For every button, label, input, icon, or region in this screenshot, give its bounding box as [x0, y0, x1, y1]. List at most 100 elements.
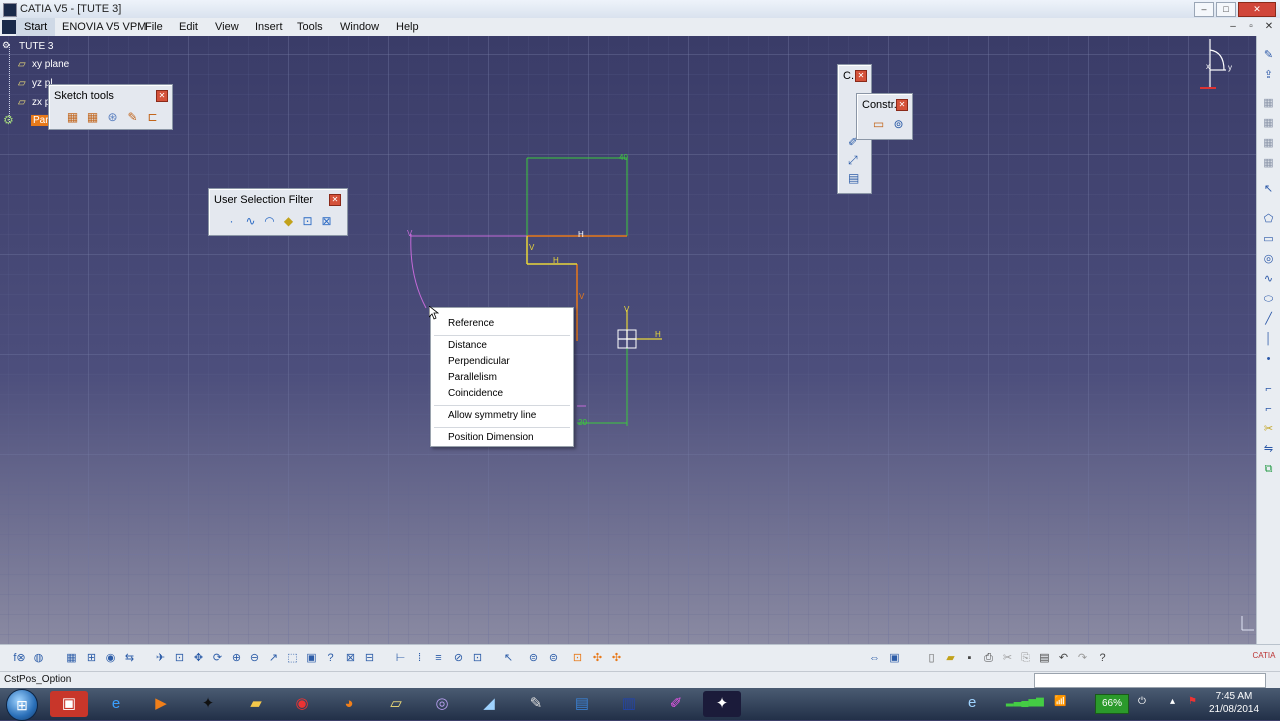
formula-icon[interactable]: f⊗	[12, 651, 27, 666]
tray-signal-icon[interactable]: ▂▃▄▅▆	[1006, 696, 1044, 707]
capture-icon[interactable]: ▣	[887, 651, 902, 666]
normal-view-icon[interactable]: ↗	[266, 651, 281, 666]
constraint-bottom-icon[interactable]: ⊢	[393, 651, 408, 666]
constraint-icon[interactable]: ⊚	[890, 116, 907, 132]
cut-icon[interactable]: ✂	[1000, 651, 1015, 666]
rotate-icon[interactable]: ⟳	[210, 651, 225, 666]
relimit-icon[interactable]: ✣	[609, 651, 624, 666]
tray-wifi-icon[interactable]: 📶	[1054, 696, 1066, 707]
taskbar-app-pen-icon[interactable]: ✎	[517, 691, 555, 717]
keyboard-icon[interactable]: ▦	[64, 651, 79, 666]
profile-icon[interactable]: ⬠	[1261, 212, 1276, 226]
doc-minimize-button[interactable]: –	[1226, 20, 1240, 33]
paste-icon[interactable]: ▤	[1037, 651, 1052, 666]
fit-all-icon[interactable]: ⊡	[172, 651, 187, 666]
taskbar-app-film-icon[interactable]: ▥	[610, 691, 648, 717]
menu-help[interactable]: Help	[396, 18, 419, 36]
auto-constraint-icon[interactable]: ⤢	[848, 153, 858, 168]
ellipse-icon[interactable]: ⬭	[1261, 292, 1276, 306]
menu-item-distance[interactable]: Distance	[448, 340, 487, 351]
knowledge-icon[interactable]: ◍	[31, 651, 46, 666]
constraint-dialog-icon[interactable]: ▭	[870, 116, 887, 132]
layers-icon[interactable]: ⊜	[546, 651, 561, 666]
taskbar-media-player-icon[interactable]: ▶	[142, 691, 180, 717]
symmetry-icon[interactable]: ⊘	[451, 651, 466, 666]
circle-icon[interactable]: ◎	[1261, 252, 1276, 266]
measure-icon[interactable]: ⇆	[122, 651, 137, 666]
chamfer-icon[interactable]: ⌐	[1261, 402, 1276, 416]
mirror-icon[interactable]: ⇋	[1261, 442, 1276, 456]
axis-icon[interactable]: │	[1261, 332, 1276, 346]
zoom-in-icon[interactable]: ⊕	[229, 651, 244, 666]
sketch-tools-toolbar[interactable]: Sketch tools ✕ ▦ ▦ ⊛ ✎ ⊏	[48, 84, 173, 130]
volume-filter-icon[interactable]: ◆	[280, 213, 297, 229]
select-bottom-icon[interactable]: ↖	[501, 651, 516, 666]
user-selection-filter-toolbar[interactable]: User Selection Filter ✕ · ∿ ◠ ◆ ⊡ ⊠	[208, 188, 348, 236]
doc-restore-button[interactable]: ▫	[1244, 20, 1258, 33]
trim-icon[interactable]: ✂	[1261, 422, 1276, 436]
fly-mode-icon[interactable]: ✈	[153, 651, 168, 666]
menu-enovia[interactable]: ENOVIA V5 VPM	[62, 18, 146, 36]
curve-filter-icon[interactable]: ∿	[242, 213, 259, 229]
constraint-close-icon[interactable]: ✕	[896, 99, 908, 111]
menu-window[interactable]: Window	[340, 18, 379, 36]
maximize-button[interactable]: □	[1216, 2, 1236, 17]
iso-view-icon[interactable]: ⬚	[285, 651, 300, 666]
tray-show-hidden-icon[interactable]: ▴	[1170, 696, 1175, 707]
taskbar-chrome-icon[interactable]: ◉	[283, 691, 321, 717]
geometry-filter-icon[interactable]: ⊠	[318, 213, 335, 229]
construction-element-icon[interactable]: ⊛	[104, 109, 121, 125]
operation-icon[interactable]: ⊡	[570, 651, 585, 666]
spline-icon[interactable]: ∿	[1261, 272, 1276, 286]
menu-item-allow-symmetry-line[interactable]: Allow symmetry line	[448, 410, 536, 421]
undo-icon[interactable]: ↶	[1056, 651, 1071, 666]
geometrical-constraints-icon[interactable]: ✎	[124, 109, 141, 125]
taskbar-app-book-icon[interactable]: ▤	[563, 691, 601, 717]
rectangle-icon[interactable]: ▭	[1261, 232, 1276, 246]
hide-show-icon[interactable]: ?	[323, 651, 338, 666]
menu-edit[interactable]: Edit	[179, 18, 198, 36]
taskbar-sticky-notes-icon[interactable]: ▱	[377, 691, 415, 717]
redo-icon[interactable]: ↷	[1075, 651, 1090, 666]
project-3d-elements-icon[interactable]: ⧉	[1261, 462, 1276, 476]
constraint-toolbar[interactable]: Constr... ✕ ▭ ⊚	[856, 93, 913, 140]
dimensional-constraints-icon[interactable]: ⊏	[144, 109, 161, 125]
new-file-icon[interactable]: ▯	[924, 651, 939, 666]
sketch-viewport[interactable]: ⚙ TUTE 3 ▱ xy plane ▱ yz pl ▱ zx p ⚙ Par	[0, 36, 1256, 644]
user-selection-filter-close-icon[interactable]: ✕	[329, 194, 341, 206]
menu-insert[interactable]: Insert	[255, 18, 283, 36]
taskbar-catia-icon[interactable]: ✦	[189, 691, 227, 717]
exit-workbench-icon[interactable]: ⇪	[1261, 68, 1276, 82]
windows-start-button[interactable]: ⊞	[6, 689, 38, 721]
swap-visible-space-icon[interactable]: ⊠	[343, 651, 358, 666]
analysis-icon[interactable]: ◉	[103, 651, 118, 666]
taskbar-catia-running-icon[interactable]: ✦	[703, 691, 741, 717]
shaft-icon[interactable]: ▦	[1261, 136, 1276, 150]
tray-ie-icon[interactable]: e	[968, 694, 976, 711]
taskbar-explorer-icon[interactable]: ▰	[237, 691, 275, 717]
compass-toolbar-icon[interactable]: ⇔	[867, 651, 882, 666]
pad-icon[interactable]: ▦	[1261, 96, 1276, 110]
save-icon[interactable]: ▪	[962, 651, 977, 666]
sketch-tools-close-icon[interactable]: ✕	[156, 90, 168, 102]
snap-to-point-icon[interactable]: ▦	[84, 109, 101, 125]
taskbar-app-snip-icon[interactable]: ◢	[470, 691, 508, 717]
view-mode-icon[interactable]: ▣	[304, 651, 319, 666]
grid-icon[interactable]: ▦	[64, 109, 81, 125]
open-file-icon[interactable]: ▰	[943, 651, 958, 666]
stack-icon[interactable]: ⊜	[526, 651, 541, 666]
power-input-field[interactable]	[1034, 673, 1266, 688]
point-icon[interactable]: •	[1261, 352, 1276, 366]
line-icon[interactable]: ╱	[1261, 312, 1276, 326]
close-button[interactable]: ✕	[1238, 2, 1276, 17]
cut-part-icon[interactable]: ⊟	[362, 651, 377, 666]
zoom-out-icon[interactable]: ⊖	[247, 651, 262, 666]
surface-filter-icon[interactable]: ◠	[261, 213, 278, 229]
sketch-icon[interactable]: ✎	[1261, 48, 1276, 62]
taskbar-app-swirl-icon[interactable]: ◎	[423, 691, 461, 717]
transform-icon[interactable]: ✣	[590, 651, 605, 666]
taskbar-clock[interactable]: 7:45 AM 21/08/2014	[1205, 690, 1263, 716]
menu-item-perpendicular[interactable]: Perpendicular	[448, 356, 510, 367]
pocket-icon[interactable]: ▦	[1261, 116, 1276, 130]
animate-constraint-icon[interactable]: ▤	[848, 171, 859, 185]
